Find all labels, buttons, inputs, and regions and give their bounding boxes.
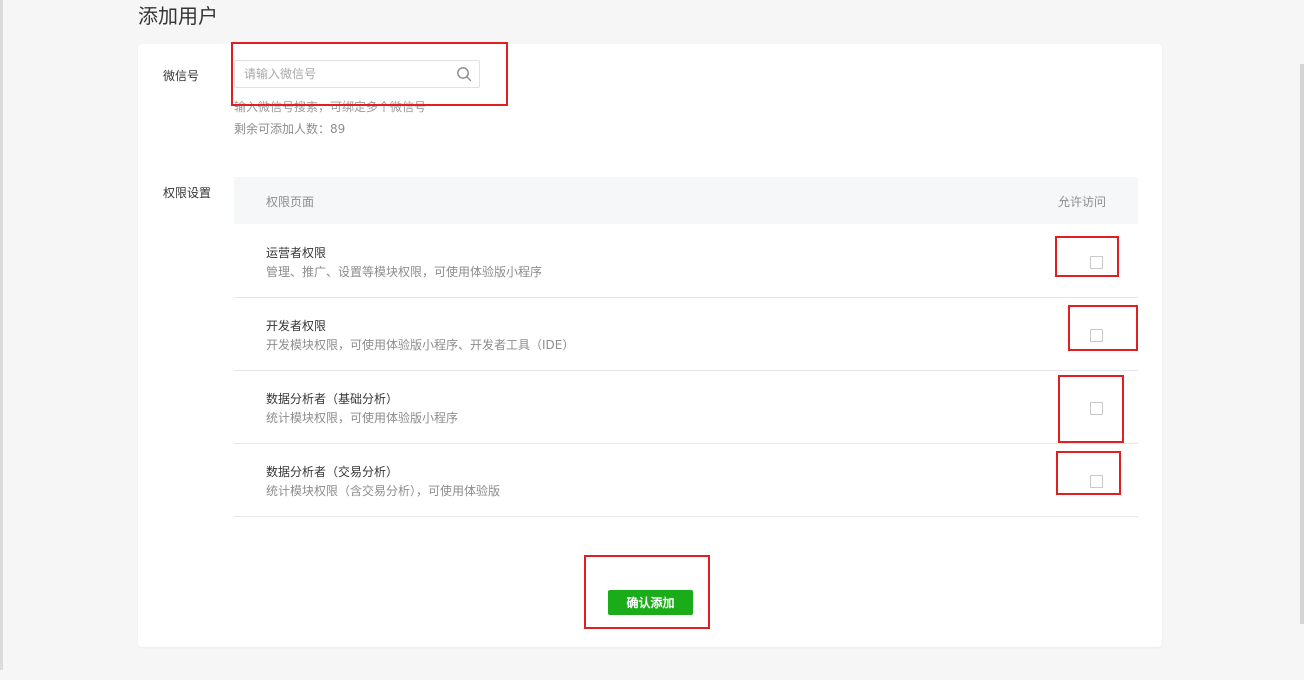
wechat-id-input[interactable] (235, 61, 454, 87)
confirm-add-button[interactable]: 确认添加 (608, 590, 693, 615)
permission-row-operator: 运营者权限 管理、推广、设置等模块权限，可使用体验版小程序 (234, 225, 1138, 298)
permission-row-analyst-transaction: 数据分析者（交易分析） 统计模块权限（含交易分析），可使用体验版 (234, 444, 1138, 517)
permission-title: 开发者权限 (266, 319, 327, 333)
permission-title: 运营者权限 (266, 246, 327, 260)
page-title: 添加用户 (138, 4, 218, 28)
permission-desc: 统计模块权限（含交易分析），可使用体验版 (266, 484, 501, 498)
left-edge-divider (0, 0, 3, 670)
permission-title: 数据分析者（基础分析） (266, 392, 399, 406)
developer-access-checkbox[interactable] (1090, 329, 1103, 342)
remaining-count: 剩余可添加人数：89 (234, 122, 346, 136)
scrollbar-track[interactable] (1300, 64, 1304, 624)
wechat-search-hint: 输入微信号搜索，可绑定多个微信号 (234, 100, 427, 114)
permission-desc: 开发模块权限，可使用体验版小程序、开发者工具（IDE） (266, 338, 575, 352)
permission-row-analyst-basic: 数据分析者（基础分析） 统计模块权限，可使用体验版小程序 (234, 371, 1138, 444)
operator-access-checkbox[interactable] (1090, 256, 1103, 269)
analyst-basic-access-checkbox[interactable] (1090, 402, 1103, 415)
analyst-transaction-access-checkbox[interactable] (1090, 475, 1103, 488)
permission-table-header: 权限页面 允许访问 (234, 177, 1138, 224)
wechat-id-label: 微信号 (163, 69, 200, 83)
permission-title: 数据分析者（交易分析） (266, 465, 399, 479)
header-allow-access: 允许访问 (1058, 195, 1107, 209)
permission-row-developer: 开发者权限 开发模块权限，可使用体验版小程序、开发者工具（IDE） (234, 298, 1138, 371)
permission-desc: 统计模块权限，可使用体验版小程序 (266, 411, 459, 425)
header-permission-page: 权限页面 (266, 195, 315, 209)
wechat-search-box (234, 60, 480, 88)
permission-settings-label: 权限设置 (163, 186, 212, 200)
search-icon[interactable] (456, 66, 472, 82)
permission-desc: 管理、推广、设置等模块权限，可使用体验版小程序 (266, 265, 543, 279)
